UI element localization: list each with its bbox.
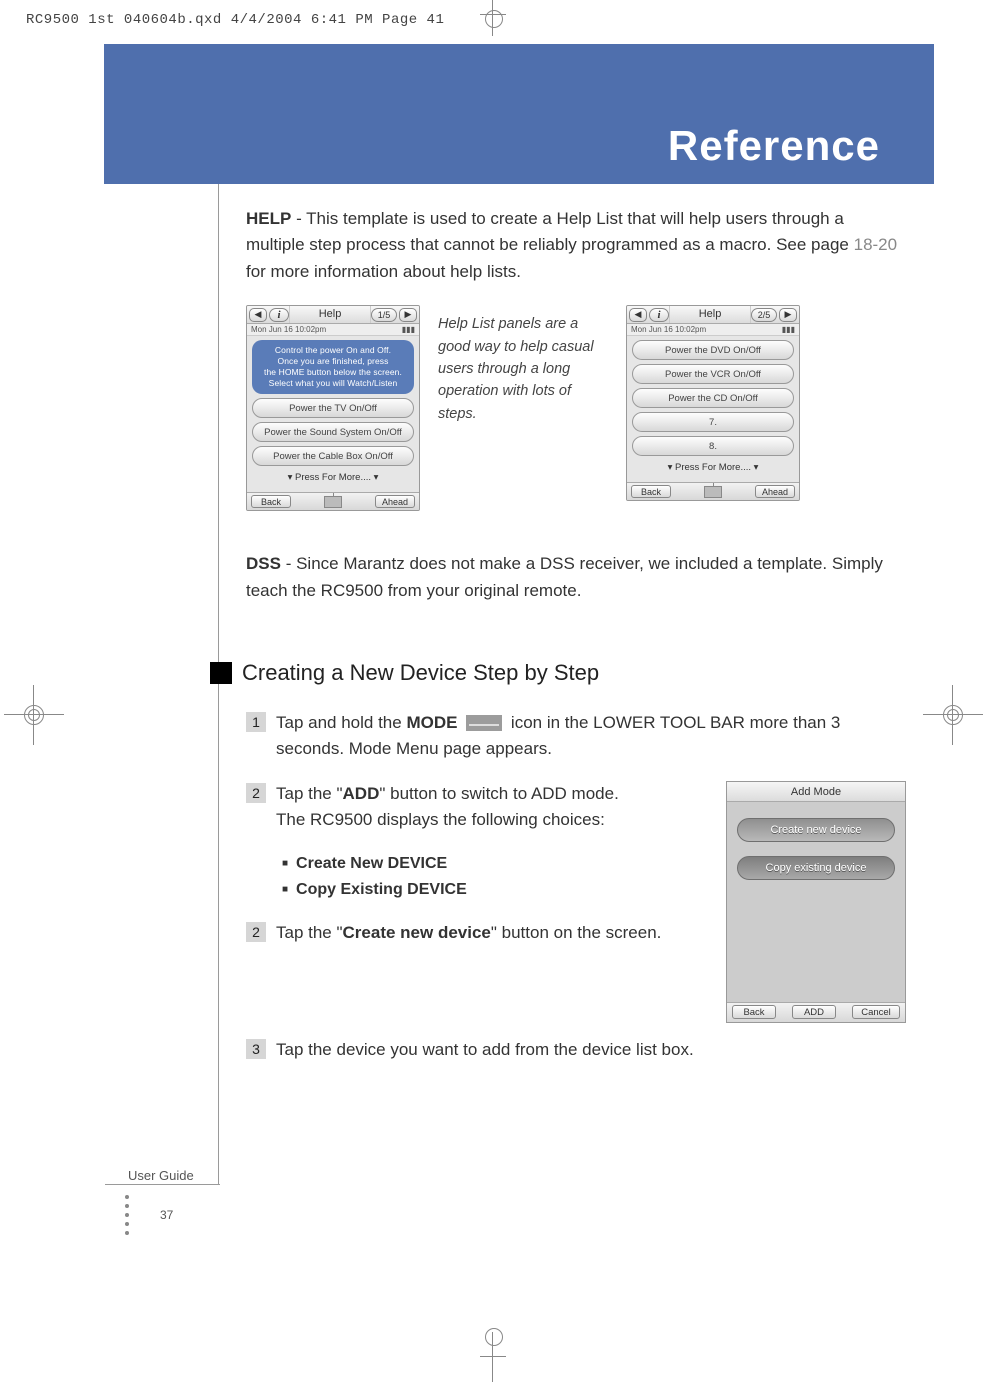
step2a-l2: The RC9500 displays the following choice… — [276, 810, 605, 829]
back-button-2[interactable]: Back — [631, 485, 671, 498]
step2b-l1c: " button on the screen. — [491, 923, 661, 942]
press-for-more-2[interactable]: ▾ Press For More.... ▾ — [632, 460, 794, 476]
addmode-back-button[interactable]: Back — [732, 1005, 776, 1019]
step-number-2a: 2 — [246, 783, 266, 803]
power-vcr-button[interactable]: Power the VCR On/Off — [632, 364, 794, 384]
ahead-button-2[interactable]: Ahead — [755, 485, 795, 498]
ahead-button[interactable]: Ahead — [375, 495, 415, 508]
dss-paragraph: DSS - Since Marantz does not make a DSS … — [246, 551, 906, 604]
next-arrow-button[interactable]: ▶ — [399, 308, 417, 322]
step2b-l1b: Create new device — [343, 923, 491, 942]
power-sound-button[interactable]: Power the Sound System On/Off — [252, 422, 414, 442]
footer-dots — [125, 1195, 129, 1235]
step2a-l1b: ADD — [343, 784, 380, 803]
home-icon[interactable] — [324, 496, 342, 508]
footer-user-guide: User Guide — [128, 1168, 194, 1183]
step2b-l1a: Tap the " — [276, 923, 343, 942]
battery-icon-2: ▮▮▮ — [782, 325, 795, 334]
power-cable-button[interactable]: Power the Cable Box On/Off — [252, 446, 414, 466]
lcd1-blue-l4: Select what you will Watch/Listen — [256, 378, 410, 389]
back-button[interactable]: Back — [251, 495, 291, 508]
banner-title: Reference — [668, 122, 880, 170]
lcd2-title: Help — [669, 306, 751, 323]
addmode-add-button[interactable]: ADD — [792, 1005, 836, 1019]
help-paragraph: HELP - This template is used to create a… — [246, 206, 906, 285]
section-heading: Creating a New Device Step by Step — [242, 660, 599, 686]
step-2b-text: Tap the "Create new device" button on th… — [276, 920, 661, 946]
step2a-l1c: " button to switch to ADD mode. — [379, 784, 618, 803]
add-mode-title: Add Mode — [727, 782, 905, 802]
step1-mode: MODE — [406, 713, 457, 732]
lcd1-page-indicator: 1/5 — [371, 308, 397, 322]
print-job-header: RC9500 1st 040604b.qxd 4/4/2004 6:41 PM … — [26, 12, 444, 28]
step2a-l1a: Tap the " — [276, 784, 343, 803]
section-bullet-square — [210, 662, 232, 684]
dss-body: - Since Marantz does not make a DSS rece… — [246, 554, 883, 599]
help-body-2: for more information about help lists. — [246, 262, 521, 281]
lcd1-instruction-box: Control the power On and Off. Once you a… — [252, 340, 414, 394]
next-arrow-button-2[interactable]: ▶ — [779, 308, 797, 322]
bullet-create-new: Create New DEVICE — [282, 851, 619, 877]
prev-arrow-button-2[interactable]: ◀ — [629, 308, 647, 322]
add-mode-panel: Add Mode Create new device Copy existing… — [726, 781, 906, 1023]
footer-rule — [105, 1184, 220, 1185]
lcd1-blue-l1: Control the power On and Off. — [256, 345, 410, 356]
slot-7-button[interactable]: 7. — [632, 412, 794, 432]
create-new-device-button[interactable]: Create new device — [737, 818, 895, 842]
info-icon[interactable]: i — [269, 308, 289, 322]
crop-circle-top — [485, 10, 503, 28]
footer-page-number: 37 — [160, 1208, 173, 1222]
help-pages: 18-20 — [854, 235, 897, 254]
step-number-2b: 2 — [246, 922, 266, 942]
press-for-more[interactable]: ▾ Press For More.... ▾ — [252, 470, 414, 486]
help-lead: HELP — [246, 209, 291, 228]
power-tv-button[interactable]: Power the TV On/Off — [252, 398, 414, 418]
step-3-text: Tap the device you want to add from the … — [276, 1037, 694, 1063]
help-panel-2: ◀ i Help 2/5 ▶ Mon Jun 16 10:02pm ▮▮▮ Po… — [626, 305, 800, 501]
lcd2-page-indicator: 2/5 — [751, 308, 777, 322]
prev-arrow-button[interactable]: ◀ — [249, 308, 267, 322]
mode-icon — [466, 715, 502, 731]
reg-mark-left — [4, 685, 64, 745]
bullet-copy-existing: Copy Existing DEVICE — [282, 877, 619, 903]
addmode-cancel-button[interactable]: Cancel — [852, 1005, 900, 1019]
lcd1-blue-l3: the HOME button below the screen. — [256, 367, 410, 378]
step-number-3: 3 — [246, 1039, 266, 1059]
step-2a-text: Tap the "ADD" button to switch to ADD mo… — [276, 781, 619, 903]
power-cd-button[interactable]: Power the CD On/Off — [632, 388, 794, 408]
home-icon-2[interactable] — [704, 486, 722, 498]
copy-existing-device-button[interactable]: Copy existing device — [737, 856, 895, 880]
step-number-1: 1 — [246, 712, 266, 732]
step-1-text: Tap and hold the MODE icon in the LOWER … — [276, 710, 906, 763]
info-icon-2[interactable]: i — [649, 308, 669, 322]
help-panel-1: ◀ i Help 1/5 ▶ Mon Jun 16 10:02pm ▮▮▮ Co… — [246, 305, 420, 511]
battery-icon: ▮▮▮ — [402, 325, 415, 334]
figure-caption: Help List panels are a good way to help … — [438, 305, 608, 425]
reg-mark-right — [923, 685, 983, 745]
power-dvd-button[interactable]: Power the DVD On/Off — [632, 340, 794, 360]
lcd1-blue-l2: Once you are finished, press — [256, 356, 410, 367]
lcd1-status-datetime: Mon Jun 16 10:02pm — [251, 325, 326, 334]
banner: Reference — [104, 44, 934, 184]
lcd2-status-datetime: Mon Jun 16 10:02pm — [631, 325, 706, 334]
slot-8-button[interactable]: 8. — [632, 436, 794, 456]
help-body-1: - This template is used to create a Help… — [246, 209, 854, 254]
dss-lead: DSS — [246, 554, 281, 573]
crop-circle-bottom — [485, 1328, 503, 1346]
step1-pre: Tap and hold the — [276, 713, 406, 732]
lcd1-title: Help — [289, 306, 371, 323]
